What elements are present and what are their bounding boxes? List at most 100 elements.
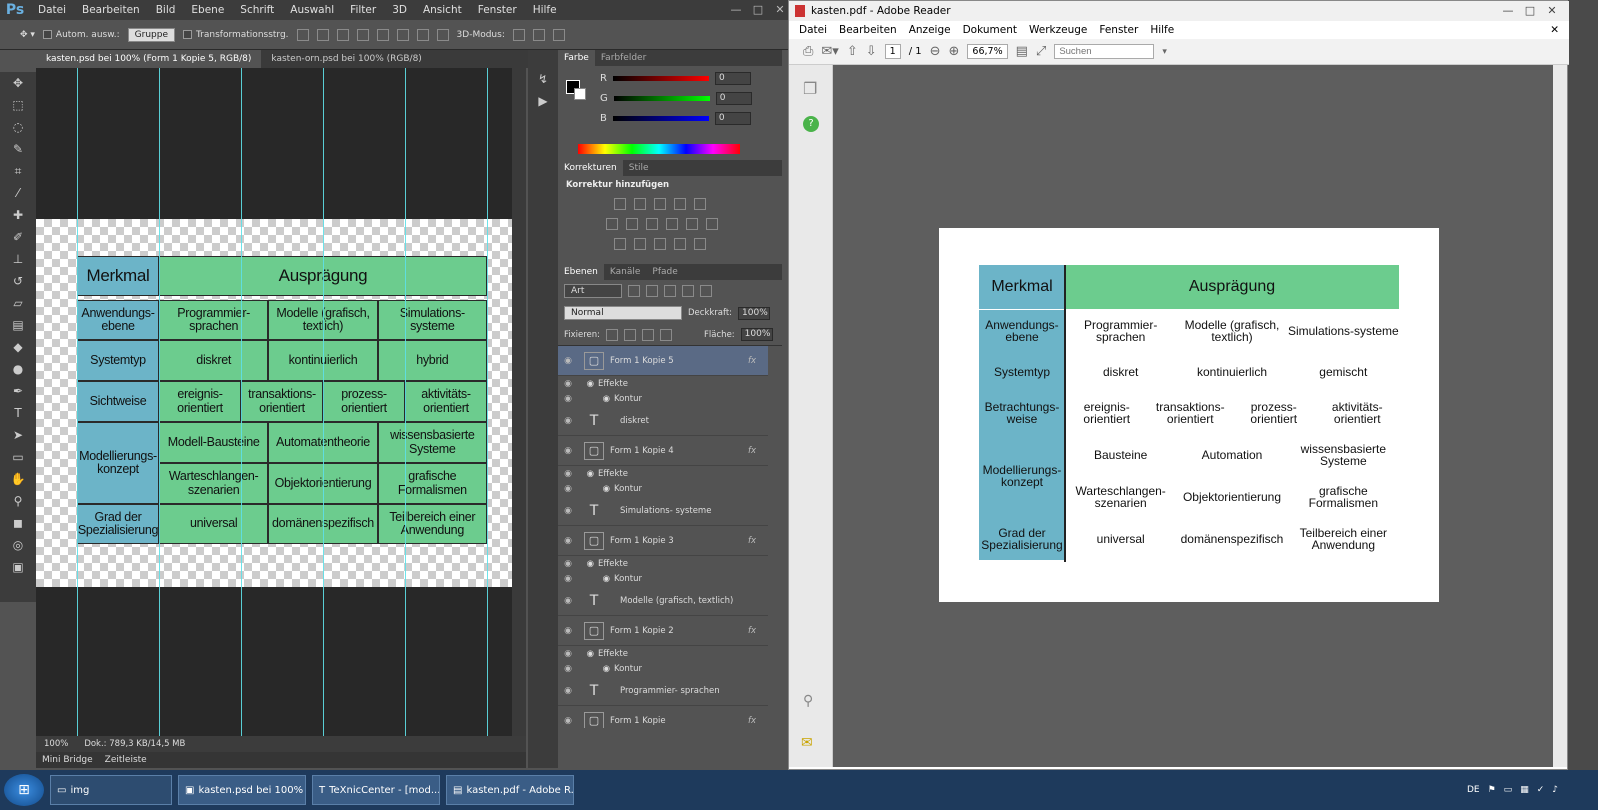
zoom-level[interactable]: 100% xyxy=(44,739,68,749)
next-page-icon[interactable]: ⇩ xyxy=(866,44,877,59)
comment-icon[interactable]: ✉ xyxy=(801,735,813,751)
visibility-eye-icon[interactable]: ◉ xyxy=(558,559,578,569)
visibility-eye-icon[interactable]: ◉ xyxy=(558,716,578,726)
close-icon[interactable]: ✕ xyxy=(771,3,789,17)
maximize-icon[interactable]: □ xyxy=(1521,4,1539,18)
layer-shape[interactable]: ◉ ▢ Form 1 Kopie 4 fx xyxy=(558,436,768,466)
minimize-icon[interactable]: — xyxy=(727,3,745,17)
align-center-icon[interactable] xyxy=(376,28,389,41)
ps-menu-filter[interactable]: Filter xyxy=(342,0,384,20)
history-brush-icon[interactable]: ↺ xyxy=(0,270,36,292)
share-icon[interactable]: ✉▾ xyxy=(821,44,838,59)
g-slider[interactable] xyxy=(613,95,710,101)
align-top-icon[interactable] xyxy=(296,28,309,41)
visibility-eye-icon[interactable]: ◉ xyxy=(558,416,578,426)
effect-eye-icon[interactable]: ◉ xyxy=(578,574,614,584)
pdf-menu-dokument[interactable]: Dokument xyxy=(957,24,1023,36)
g-value[interactable]: 0 xyxy=(715,91,752,105)
task-photoshop[interactable]: ▣ kasten.psd bei 100% ... xyxy=(178,775,306,805)
tab-mini-bridge[interactable]: Mini Bridge xyxy=(36,752,99,768)
tab-kanaele[interactable]: Kanäle xyxy=(604,264,647,280)
pdf-document-area[interactable]: Merkmal Ausprägung Anwendungs-​ebene Progra… xyxy=(833,65,1553,767)
color-spectrum[interactable] xyxy=(578,144,740,154)
layer-text[interactable]: ◉ T Programmier- sprachen xyxy=(558,676,768,706)
tab-farbfelder[interactable]: Farbfelder xyxy=(595,50,652,66)
align-left-icon[interactable] xyxy=(356,28,369,41)
layer-filter-select[interactable]: Art xyxy=(564,284,622,298)
layer-effect[interactable]: ◉ ◉ Kontur xyxy=(558,661,768,676)
ps-vertical-scrollbar[interactable] xyxy=(512,68,526,736)
layer-effect[interactable]: ◉ ◉ Effekte xyxy=(558,646,768,661)
pdf-menu-bearbeiten[interactable]: Bearbeiten xyxy=(833,24,903,36)
layer-effect[interactable]: ◉ ◉ Effekte xyxy=(558,556,768,571)
zoom-out-icon[interactable]: ⊖ xyxy=(930,44,941,59)
visibility-eye-icon[interactable]: ◉ xyxy=(558,394,578,404)
filter-smart-icon[interactable] xyxy=(700,285,712,297)
transform-checkbox[interactable]: Transformationsstrg. xyxy=(183,30,289,40)
effect-eye-icon[interactable]: ◉ xyxy=(578,394,614,404)
fx-icon[interactable]: fx xyxy=(748,446,756,456)
tab-kasten-psd[interactable]: kasten.psd bei 100% (Form 1 Kopie 5, RGB… xyxy=(36,50,262,68)
tab-korrekturen[interactable]: Korrekturen xyxy=(558,160,623,176)
ps-menu-bearbeiten[interactable]: Bearbeiten xyxy=(74,0,148,20)
task-texniccenter[interactable]: T TeXnicCenter - [mod... xyxy=(312,775,440,805)
selective-color-icon[interactable] xyxy=(674,238,686,250)
shape-tool-icon[interactable]: ▭ xyxy=(0,446,36,468)
brush-tool-icon[interactable]: ✐ xyxy=(0,226,36,248)
visibility-eye-icon[interactable]: ◉ xyxy=(558,536,578,546)
vibrance-icon[interactable] xyxy=(694,198,706,210)
visibility-eye-icon[interactable]: ◉ xyxy=(558,596,578,606)
layer-shape[interactable]: ◉ ▢ Form 1 Kopie fx xyxy=(558,706,768,728)
eyedropper-icon[interactable]: ⁄ xyxy=(0,182,36,204)
hue-icon[interactable] xyxy=(606,218,618,230)
actions-panel-icon[interactable]: ▶ xyxy=(528,90,558,112)
distribute-icon[interactable] xyxy=(416,28,429,41)
close-icon[interactable]: ✕ xyxy=(1544,24,1569,36)
color-swatches-icon[interactable]: ◼ xyxy=(0,512,36,534)
filter-shape-icon[interactable] xyxy=(682,285,694,297)
task-adobe-reader[interactable]: ▤ kasten.pdf - Adobe R... xyxy=(446,775,574,805)
visibility-eye-icon[interactable]: ◉ xyxy=(558,686,578,696)
3d-pan-icon[interactable] xyxy=(552,28,565,41)
auto-select-checkbox[interactable]: Autom. ausw.: xyxy=(42,30,120,40)
layer-effect[interactable]: ◉ ◉ Effekte xyxy=(558,466,768,481)
close-icon[interactable]: ✕ xyxy=(1543,4,1561,18)
marquee-tool-icon[interactable]: ⬚ xyxy=(0,94,36,116)
r-value[interactable]: 0 xyxy=(714,71,751,85)
background-color[interactable] xyxy=(574,88,586,100)
align-right-icon[interactable] xyxy=(396,28,409,41)
brightness-icon[interactable] xyxy=(614,198,626,210)
fill-value[interactable]: 100% xyxy=(740,328,773,341)
align-bottom-icon[interactable] xyxy=(336,28,349,41)
move-tool-icon[interactable]: ✥ xyxy=(0,72,36,94)
pdf-menu-anzeige[interactable]: Anzeige xyxy=(903,24,957,36)
tab-zeitleiste[interactable]: Zeitleiste xyxy=(99,752,153,768)
fit-page-icon[interactable]: ▤ xyxy=(1016,44,1028,59)
ps-menu-ebene[interactable]: Ebene xyxy=(183,0,232,20)
language-indicator[interactable]: DE xyxy=(1467,785,1480,795)
gradient-tool-icon[interactable]: ▤ xyxy=(0,314,36,336)
attachment-icon[interactable]: ⚲ xyxy=(803,693,813,709)
ps-menu-auswahl[interactable]: Auswahl xyxy=(282,0,342,20)
mixer-icon[interactable] xyxy=(686,218,698,230)
effect-eye-icon[interactable]: ◉ xyxy=(578,484,614,494)
pen-tool-icon[interactable]: ✒ xyxy=(0,380,36,402)
help-icon[interactable]: ? xyxy=(803,116,819,132)
b-value[interactable]: 0 xyxy=(714,111,751,125)
chevron-down-icon[interactable]: ▾ xyxy=(1162,47,1167,57)
move-tool-icon[interactable]: ✥ ▾ xyxy=(20,30,35,40)
layer-shape[interactable]: ◉ ▢ Form 1 Kopie 5 fx xyxy=(558,346,768,376)
volume-icon[interactable]: ♪ xyxy=(1552,785,1558,795)
crop-tool-icon[interactable]: ⌗ xyxy=(0,160,36,182)
pages-icon[interactable]: ❐ xyxy=(803,79,832,98)
start-button[interactable]: ⊞ xyxy=(4,774,44,806)
eraser-tool-icon[interactable]: ▱ xyxy=(0,292,36,314)
tab-pfade[interactable]: Pfade xyxy=(646,264,683,280)
ps-menu-schrift[interactable]: Schrift xyxy=(232,0,282,20)
print-icon[interactable]: ⎙ xyxy=(803,44,813,59)
visibility-eye-icon[interactable]: ◉ xyxy=(558,484,578,494)
lookup-icon[interactable] xyxy=(706,218,718,230)
tab-kasten-orn-psd[interactable]: kasten-orn.psd bei 100% (RGB/8) xyxy=(261,50,431,68)
filter-pixel-icon[interactable] xyxy=(628,285,640,297)
maximize-icon[interactable]: □ xyxy=(749,3,767,17)
